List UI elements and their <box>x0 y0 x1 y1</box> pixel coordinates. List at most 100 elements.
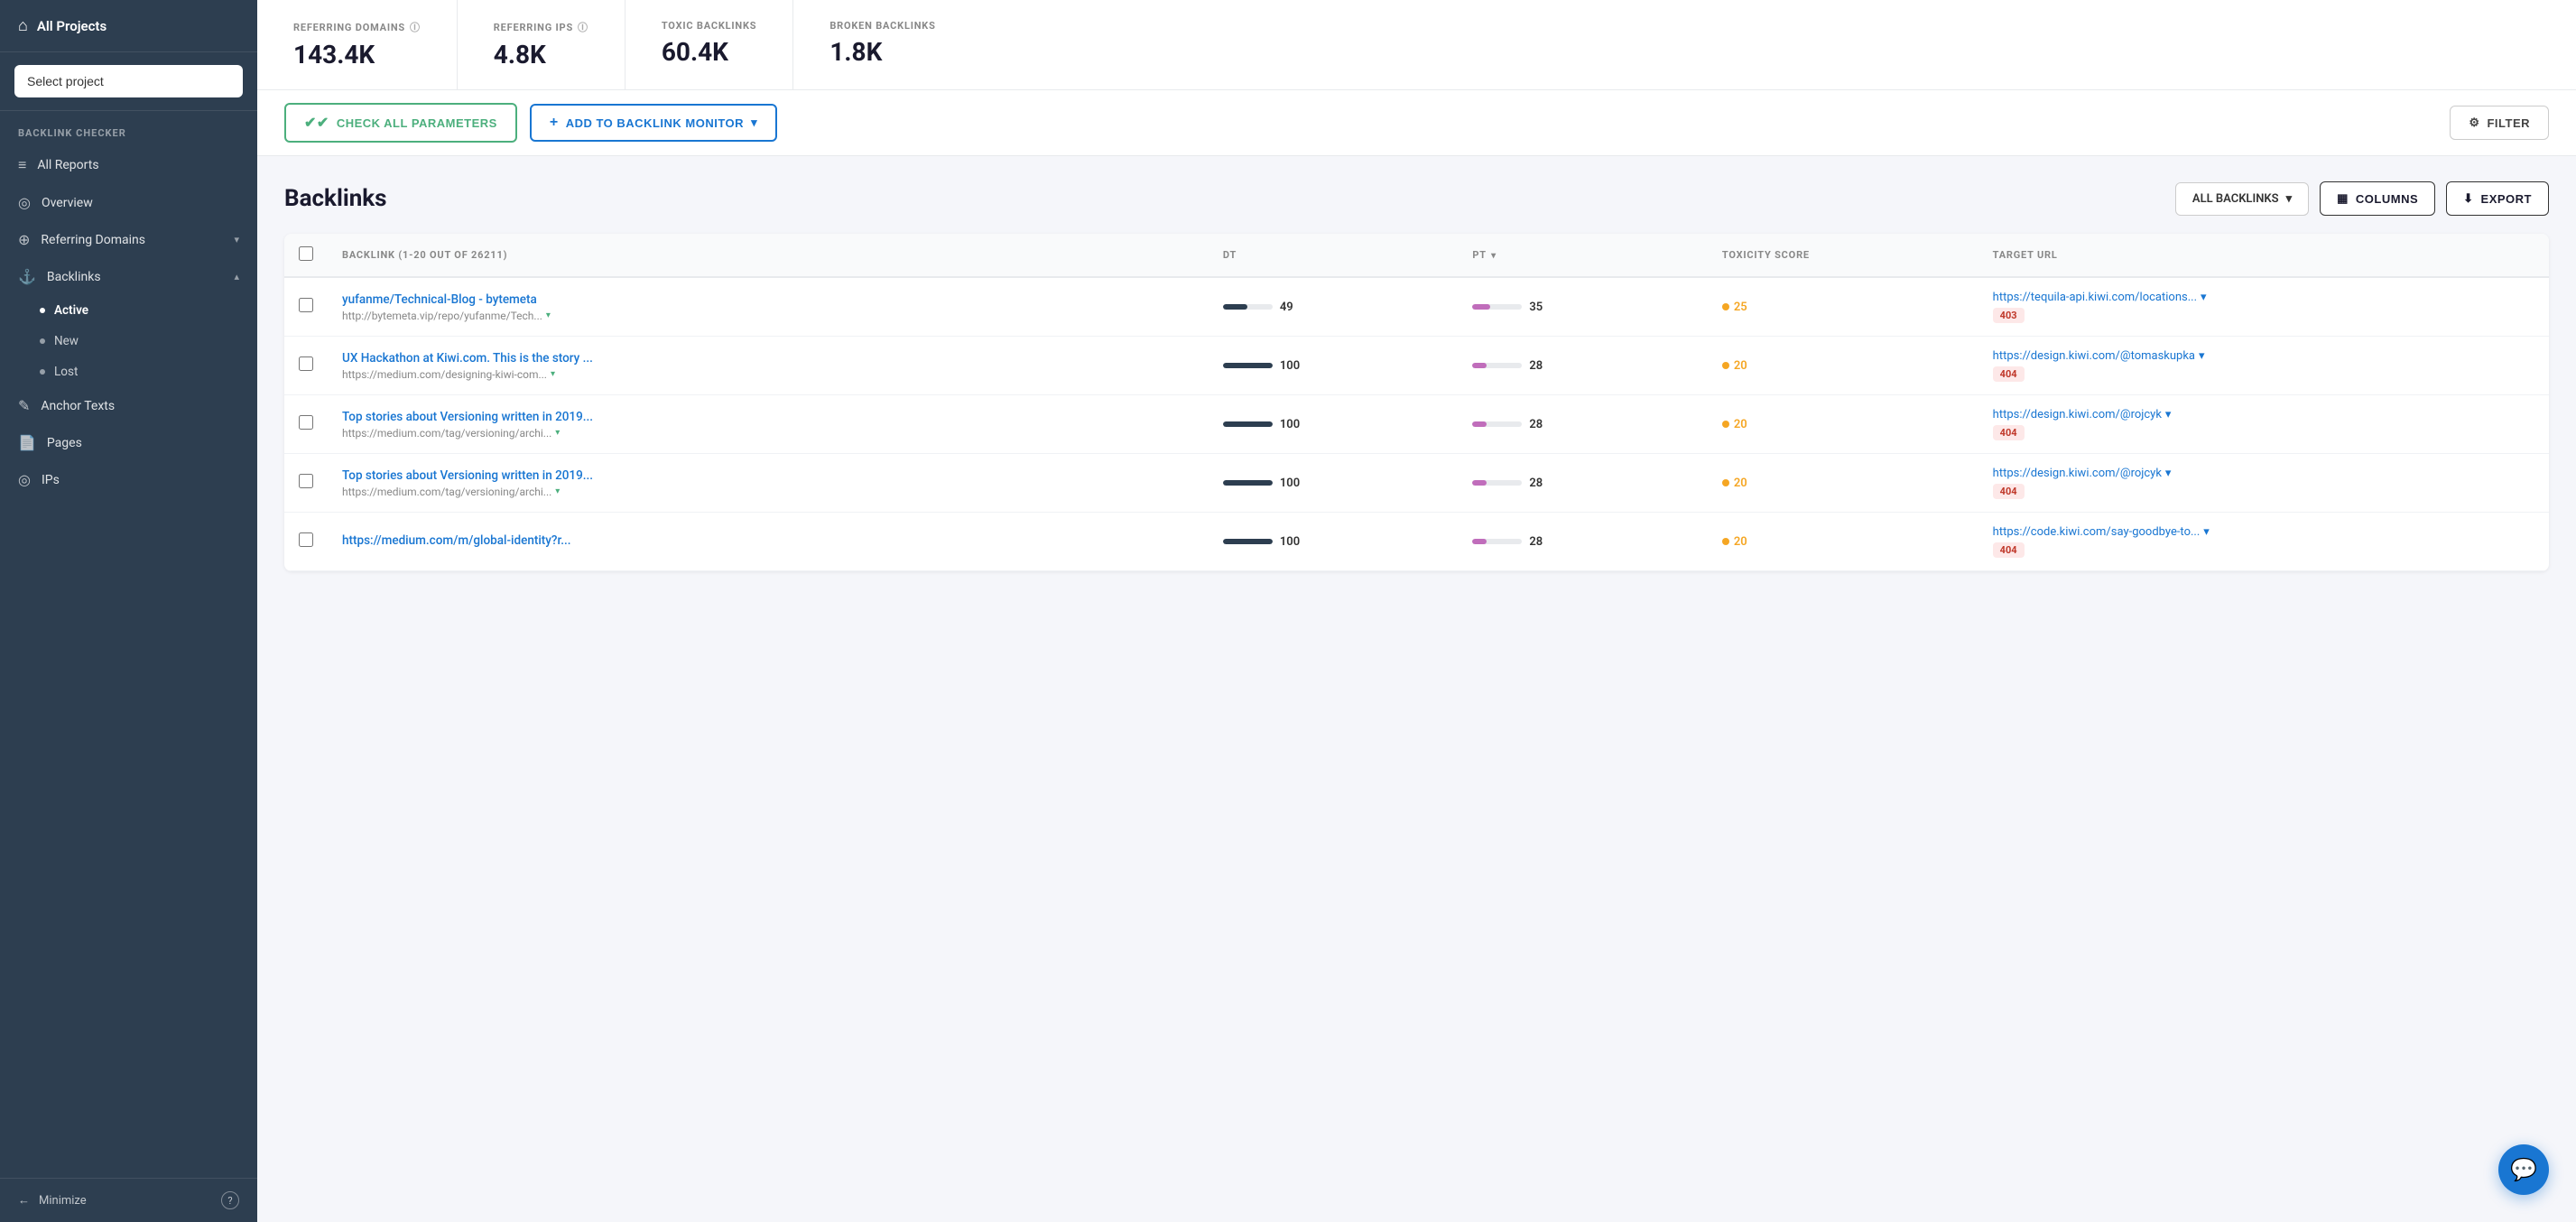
target-url-text: https://code.kiwi.com/say-goodbye-to... <box>1993 525 2201 539</box>
sidebar-item-overview[interactable]: ◎ Overview <box>0 184 257 221</box>
sidebar-item-anchor-texts[interactable]: ✎ Anchor Texts <box>0 387 257 424</box>
stats-bar: REFERRING DOMAINS ⓘ 143.4K REFERRING IPS… <box>257 0 2576 90</box>
stat-value: 60.4K <box>662 37 756 67</box>
dropdown-arrow-icon[interactable]: ▾ <box>555 428 560 438</box>
info-icon[interactable]: ⓘ <box>410 20 421 34</box>
sidebar-item-label: Overview <box>42 196 93 210</box>
sidebar-top[interactable]: ⌂ All Projects <box>0 0 257 52</box>
dropdown-arrow-icon[interactable]: ▾ <box>2199 349 2205 363</box>
dropdown-arrow-icon[interactable]: ▾ <box>551 369 555 379</box>
main-content: REFERRING DOMAINS ⓘ 143.4K REFERRING IPS… <box>257 0 2576 1222</box>
backlink-url: https://medium.com/designing-kiwi-com...… <box>342 368 1194 381</box>
dt-value: 49 <box>1280 301 1302 314</box>
row-checkbox[interactable] <box>299 474 313 488</box>
sidebar-item-pages[interactable]: 📄 Pages <box>0 424 257 461</box>
toxicity-dot <box>1722 362 1729 369</box>
sidebar-item-ips[interactable]: ◎ IPs <box>0 461 257 498</box>
backlink-url: http://bytemeta.vip/repo/yufanme/Tech...… <box>342 310 1194 322</box>
check-params-button[interactable]: ✔✔ CHECK ALL PARAMETERS <box>284 103 517 143</box>
sidebar-item-label: Pages <box>47 436 82 450</box>
dt-progress-bar <box>1223 363 1273 368</box>
sidebar-sub-label: Active <box>54 303 88 318</box>
minimize-label: Minimize <box>39 1194 87 1208</box>
target-url-cell: https://design.kiwi.com/@rojcyk ▾ 404 <box>1978 454 2549 513</box>
pt-value: 28 <box>1529 418 1551 431</box>
info-icon[interactable]: ⓘ <box>578 20 588 34</box>
row-checkbox[interactable] <box>299 415 313 430</box>
project-select[interactable]: Select project <box>14 65 243 97</box>
backlink-title-link[interactable]: UX Hackathon at Kiwi.com. This is the st… <box>342 351 1194 366</box>
pt-progress-wrap: 35 <box>1472 301 1693 314</box>
target-url-link[interactable]: https://code.kiwi.com/say-goodbye-to... … <box>1993 525 2534 539</box>
dt-value: 100 <box>1280 359 1302 373</box>
target-url-link[interactable]: https://design.kiwi.com/@rojcyk ▾ <box>1993 408 2534 421</box>
dt-progress-bar <box>1223 480 1273 486</box>
select-all-checkbox[interactable] <box>299 246 313 261</box>
row-checkbox[interactable] <box>299 298 313 312</box>
backlink-title-link[interactable]: https://medium.com/m/global-identity?r..… <box>342 533 1194 548</box>
pt-progress-fill <box>1472 539 1486 544</box>
backlinks-filter-dropdown[interactable]: ALL BACKLINKS ▾ <box>2175 182 2309 216</box>
toxicity-dot <box>1722 303 1729 310</box>
target-url-link[interactable]: https://design.kiwi.com/@tomaskupka ▾ <box>1993 349 2534 363</box>
all-projects-label: All Projects <box>37 18 107 34</box>
project-select-wrap: Select project <box>0 52 257 111</box>
sidebar-sub-label: Lost <box>54 365 78 379</box>
status-badge: 404 <box>1993 484 2025 499</box>
row-checkbox-cell <box>284 277 328 337</box>
toxicity-cell: 20 <box>1708 337 1978 395</box>
chevron-up-icon: ▴ <box>234 271 239 282</box>
toxicity-score: 20 <box>1722 535 1964 549</box>
add-monitor-button[interactable]: + ADD TO BACKLINK MONITOR ▾ <box>530 104 777 142</box>
columns-button[interactable]: ▦ COLUMNS <box>2320 181 2435 216</box>
col-toxicity: TOXICITY SCORE <box>1708 234 1978 277</box>
minimize-bar[interactable]: ← Minimize ? <box>0 1178 257 1222</box>
export-button[interactable]: ⬇ EXPORT <box>2446 181 2549 216</box>
toxicity-value: 20 <box>1734 477 1747 490</box>
sidebar-item-referring-domains[interactable]: ⊕ Referring Domains ▾ <box>0 221 257 258</box>
chat-icon: 💬 <box>2510 1157 2537 1182</box>
sidebar-item-backlinks[interactable]: ⚓ Backlinks ▴ <box>0 258 257 295</box>
dropdown-arrow-icon[interactable]: ▾ <box>2165 408 2172 421</box>
chat-button[interactable]: 💬 <box>2498 1144 2549 1195</box>
target-url-link[interactable]: https://design.kiwi.com/@rojcyk ▾ <box>1993 467 2534 480</box>
pt-progress-fill <box>1472 421 1486 427</box>
dt-cell: 100 <box>1209 454 1459 513</box>
sidebar-sub-active[interactable]: Active <box>0 295 257 326</box>
dt-progress-wrap: 100 <box>1223 359 1444 373</box>
dropdown-arrow-icon[interactable]: ▾ <box>2165 467 2172 480</box>
filter-button[interactable]: ⚙ FILTER <box>2450 106 2549 140</box>
table-row: UX Hackathon at Kiwi.com. This is the st… <box>284 337 2549 395</box>
dt-value: 100 <box>1280 418 1302 431</box>
backlinks-table-wrap: BACKLINK (1-20 OUT OF 26211) DT PT ▾ TOX… <box>284 234 2549 571</box>
dropdown-arrow-icon[interactable]: ▾ <box>2203 525 2210 539</box>
dt-value: 100 <box>1280 535 1302 549</box>
pt-cell: 28 <box>1458 513 1708 571</box>
dropdown-arrow-icon[interactable]: ▾ <box>546 310 551 320</box>
pt-cell: 28 <box>1458 337 1708 395</box>
sidebar-sub-lost[interactable]: Lost <box>0 356 257 387</box>
backlink-cell: https://medium.com/m/global-identity?r..… <box>328 513 1209 571</box>
backlink-url: https://medium.com/tag/versioning/archi.… <box>342 427 1194 440</box>
chevron-down-icon: ▾ <box>234 234 239 245</box>
columns-icon: ▦ <box>2337 191 2349 206</box>
sidebar-item-all-reports[interactable]: ≡ All Reports <box>0 146 257 184</box>
row-checkbox-cell <box>284 454 328 513</box>
table-row: Top stories about Versioning written in … <box>284 454 2549 513</box>
backlink-title-link[interactable]: Top stories about Versioning written in … <box>342 410 1194 424</box>
target-url-cell: https://design.kiwi.com/@rojcyk ▾ 404 <box>1978 395 2549 454</box>
target-url-link[interactable]: https://tequila-api.kiwi.com/locations..… <box>1993 291 2534 304</box>
backlink-url-text: http://bytemeta.vip/repo/yufanme/Tech... <box>342 310 542 322</box>
pt-progress-wrap: 28 <box>1472 359 1693 373</box>
dropdown-arrow-icon[interactable]: ▾ <box>2201 291 2207 304</box>
dropdown-arrow-icon[interactable]: ▾ <box>555 486 560 496</box>
stat-label: BROKEN BACKLINKS <box>829 20 935 32</box>
row-checkbox[interactable] <box>299 356 313 371</box>
backlink-title-link[interactable]: yufanme/Technical-Blog - bytemeta <box>342 292 1194 307</box>
sidebar-sub-new[interactable]: New <box>0 326 257 356</box>
backlink-title-link[interactable]: Top stories about Versioning written in … <box>342 468 1194 483</box>
row-checkbox[interactable] <box>299 532 313 547</box>
pt-progress-bar <box>1472 421 1522 427</box>
sort-icon[interactable]: ▾ <box>1491 251 1496 261</box>
help-icon[interactable]: ? <box>221 1191 239 1209</box>
